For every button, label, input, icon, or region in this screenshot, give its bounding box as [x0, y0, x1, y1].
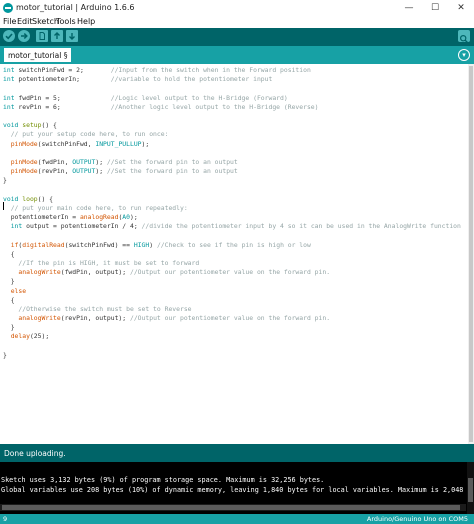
code-text[interactable]: int switchPinFwd = 2; //Input from the s…: [3, 66, 461, 360]
code-line[interactable]: [3, 84, 461, 93]
code-line[interactable]: // put your main code here, to run repea…: [3, 204, 461, 213]
code-line[interactable]: [3, 149, 461, 158]
code-line[interactable]: [3, 342, 461, 351]
code-line[interactable]: analogWrite(revPin, output); //Output ou…: [3, 314, 461, 323]
console-scroll-thumb[interactable]: [468, 478, 473, 502]
code-line[interactable]: // put your setup code here, to run once…: [3, 130, 461, 139]
code-line[interactable]: pinMode(switchPinFwd, INPUT_PULLUP);: [3, 140, 461, 149]
code-line[interactable]: potentiometerIn = analogRead(A0);: [3, 213, 461, 222]
status-bar: Done uploading.: [0, 444, 474, 462]
console-line: Sketch uses 3,132 bytes (9%) of program …: [1, 476, 325, 484]
code-line[interactable]: }: [3, 277, 461, 286]
open-icon[interactable]: [51, 30, 63, 42]
console-horizontal-scrollbar[interactable]: [0, 504, 466, 511]
code-line[interactable]: void setup() {: [3, 121, 461, 130]
code-line[interactable]: {: [3, 250, 461, 259]
board-port-info: Arduino/Genuino Uno on COM5: [366, 515, 468, 523]
menu-tools[interactable]: Tools: [56, 17, 76, 26]
code-editor[interactable]: int switchPinFwd = 2; //Input from the s…: [0, 64, 474, 444]
line-number: 9: [3, 515, 8, 523]
tab-menu-chevron-icon[interactable]: ▾: [458, 49, 470, 61]
close-button[interactable]: ✕: [450, 1, 472, 15]
code-line[interactable]: {: [3, 296, 461, 305]
code-line[interactable]: [3, 185, 461, 194]
code-line[interactable]: pinMode(fwdPin, OUTPUT); //Set the forwa…: [3, 158, 461, 167]
editor-vertical-scrollbar[interactable]: [468, 64, 474, 444]
code-line[interactable]: }: [3, 351, 461, 360]
code-line[interactable]: }: [3, 323, 461, 332]
console-hscroll-thumb[interactable]: [2, 505, 460, 510]
verify-icon[interactable]: [3, 30, 15, 42]
footer-bar: 9 Arduino/Genuino Uno on COM5: [0, 514, 474, 524]
code-line[interactable]: //If the pin is HIGH, it must be set to …: [3, 259, 461, 268]
code-line[interactable]: analogWrite(fwdPin, output); //Output ou…: [3, 268, 461, 277]
code-line[interactable]: int potentiometerIn; //variable to hold …: [3, 75, 461, 84]
code-line[interactable]: [3, 231, 461, 240]
status-message: Done uploading.: [4, 449, 66, 458]
maximize-button[interactable]: ☐: [424, 1, 446, 15]
minimize-button[interactable]: —: [398, 1, 420, 15]
code-line[interactable]: int switchPinFwd = 2; //Input from the s…: [3, 66, 461, 75]
code-line[interactable]: pinMode(revPin, OUTPUT); //Set the forwa…: [3, 167, 461, 176]
code-line[interactable]: delay(25);: [3, 332, 461, 341]
arduino-logo-icon: [3, 3, 13, 13]
magnifier-icon: [459, 34, 469, 44]
window-title: motor_tutorial | Arduino 1.6.6: [16, 3, 135, 12]
code-line[interactable]: //Otherwise the switch must be set to Re…: [3, 305, 461, 314]
code-line[interactable]: }: [3, 176, 461, 185]
menu-bar: File Edit Sketch Tools Help: [0, 16, 474, 28]
new-icon[interactable]: [36, 30, 48, 42]
code-line[interactable]: int output = potentiometerIn / 4; //divi…: [3, 222, 461, 231]
code-line[interactable]: int revPin = 6; //Another logic level ou…: [3, 103, 461, 112]
tab-motor-tutorial[interactable]: motor_tutorial §: [4, 48, 72, 62]
menu-help[interactable]: Help: [77, 17, 95, 26]
console-line: Global variables use 208 bytes (10%) of …: [1, 486, 474, 494]
tab-bar: motor_tutorial § ▾: [0, 46, 474, 64]
toolbar: [0, 28, 474, 46]
serial-monitor-button[interactable]: [458, 30, 470, 44]
editor-scroll-thumb[interactable]: [469, 66, 473, 442]
text-cursor: [3, 202, 4, 210]
menu-file[interactable]: File: [3, 17, 16, 26]
code-line[interactable]: int fwdPin = 5; //Logic level output to …: [3, 94, 461, 103]
code-line[interactable]: void loop() {: [3, 195, 461, 204]
menu-sketch[interactable]: Sketch: [32, 17, 59, 26]
code-line[interactable]: [3, 112, 461, 121]
save-icon[interactable]: [66, 30, 78, 42]
upload-icon[interactable]: [18, 30, 30, 42]
code-line[interactable]: if(digitalRead(switchPinFwd) == HIGH) //…: [3, 241, 461, 250]
title-bar: motor_tutorial | Arduino 1.6.6 — ☐ ✕: [0, 0, 474, 16]
code-line[interactable]: else: [3, 287, 461, 296]
menu-edit[interactable]: Edit: [17, 17, 33, 26]
console-vertical-scrollbar[interactable]: [467, 462, 474, 514]
